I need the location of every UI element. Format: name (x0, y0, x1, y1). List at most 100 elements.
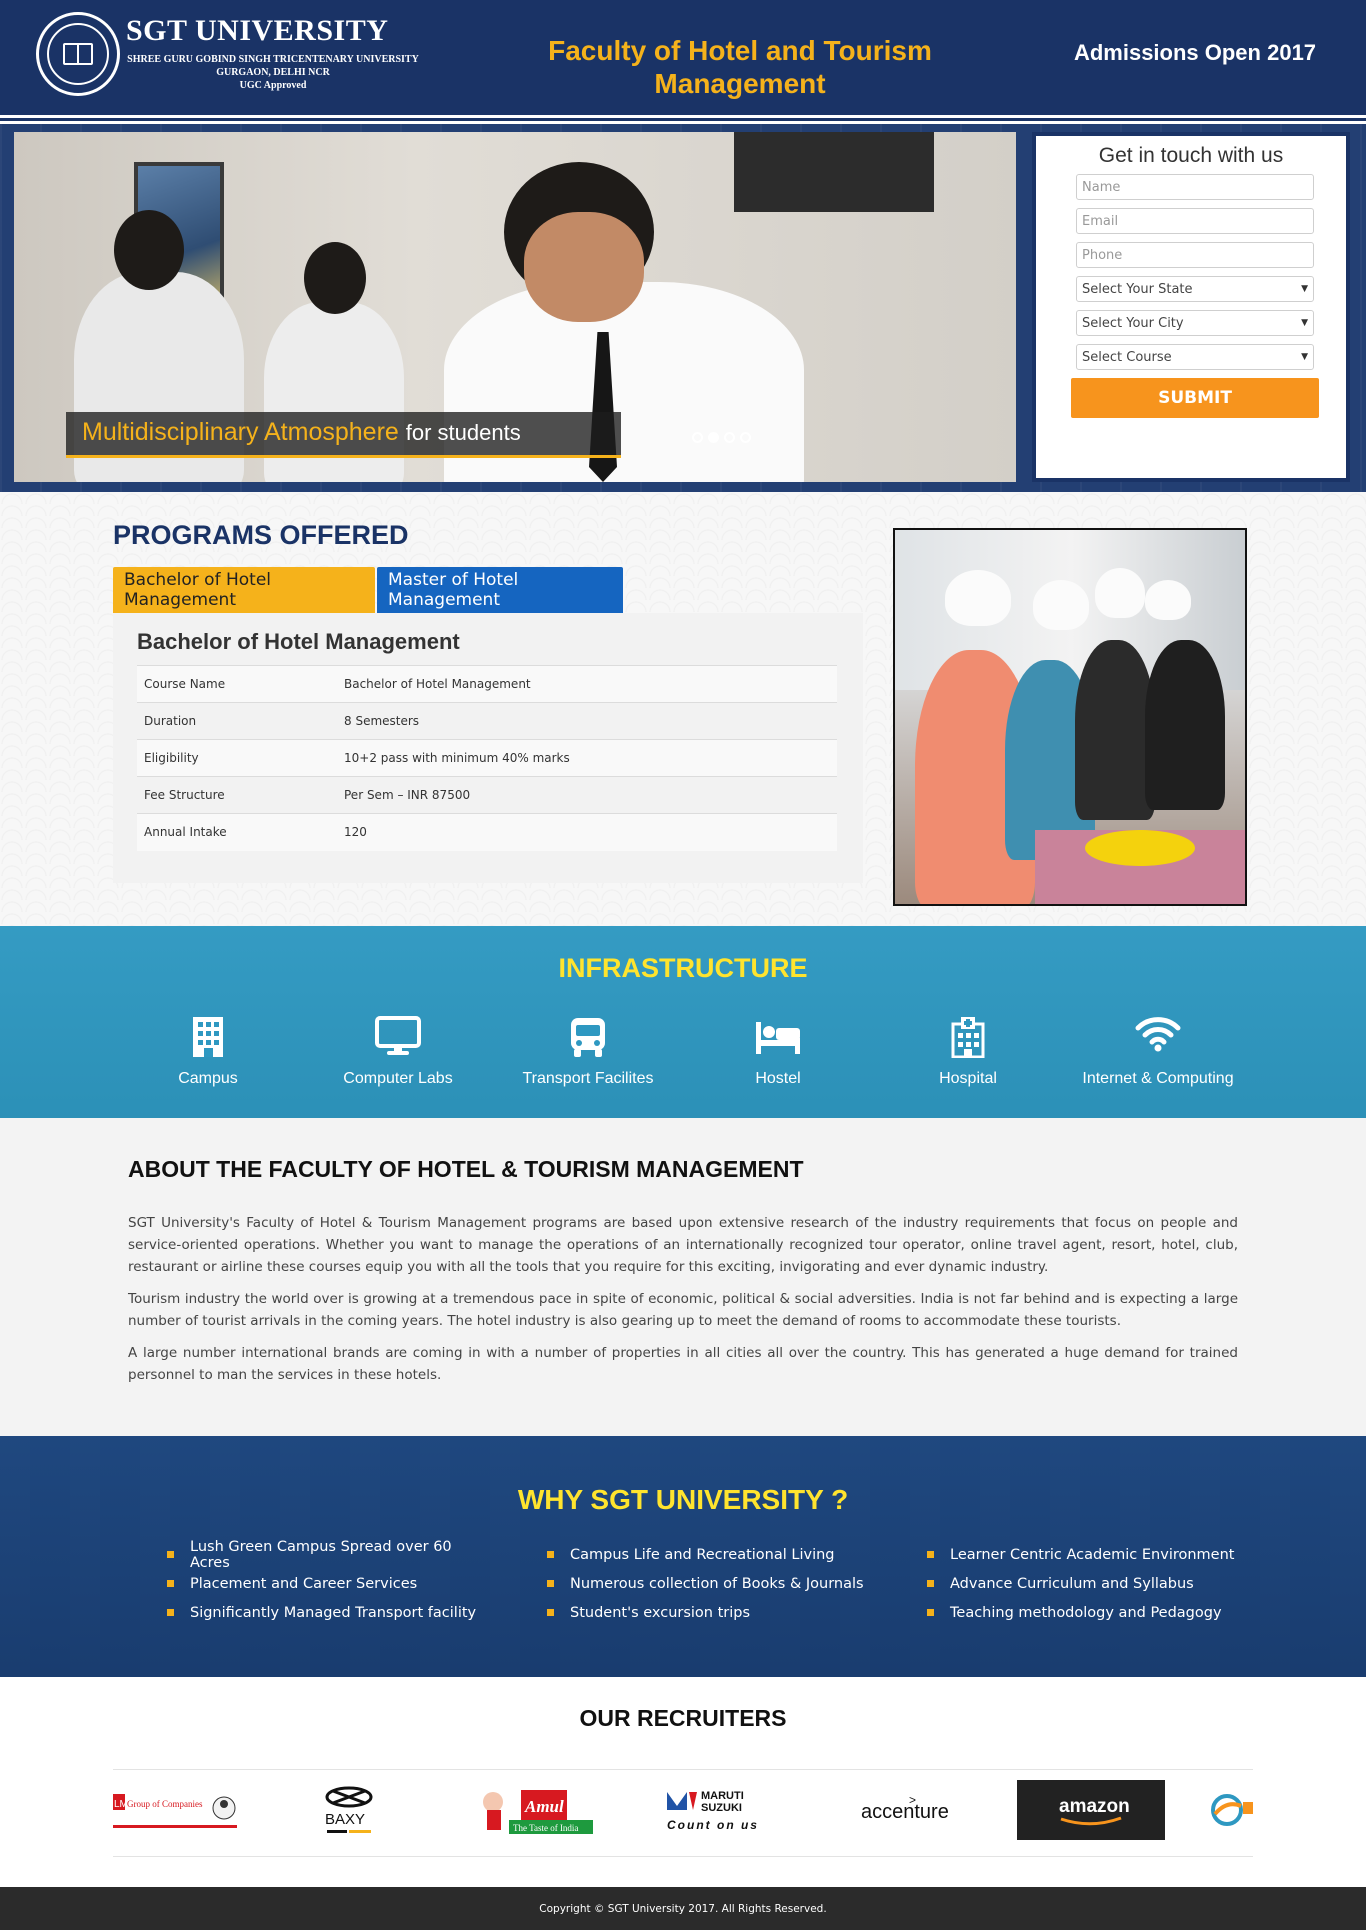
infra-item-hostel: Hostel (683, 1016, 873, 1088)
student-figure (1075, 640, 1155, 820)
why-text: Placement and Career Services (190, 1575, 418, 1592)
bullet-icon (927, 1580, 934, 1587)
city-select[interactable]: Select Your City ▼ (1076, 310, 1314, 336)
chef-cap (945, 570, 1011, 626)
submit-button[interactable]: SUBMIT (1071, 378, 1319, 418)
course-select-value: Select Course (1082, 349, 1172, 365)
svg-text:MARUTI: MARUTI (701, 1790, 744, 1802)
enquiry-form: Get in touch with us Name Email Phone Se… (1032, 132, 1350, 482)
infra-label: Hostel (755, 1070, 801, 1087)
svg-text:Group of Companies: Group of Companies (127, 1799, 203, 1809)
admissions-banner: Admissions Open 2017 (1073, 40, 1317, 65)
row-key: Duration (137, 702, 337, 740)
list-item: Numerous collection of Books & Journals (547, 1569, 867, 1598)
baxy-logo[interactable]: BAXY (319, 1780, 379, 1840)
table-row: Fee Structure Per Sem – INR 87500 (137, 776, 837, 814)
wall-frame (734, 132, 934, 212)
image-slider[interactable]: Multidisciplinary Atmosphere for student… (14, 132, 1016, 482)
chef-cap (1145, 580, 1191, 620)
table-row: Eligibility 10+2 pass with minimum 40% ma… (137, 739, 837, 777)
bullet-icon (167, 1580, 174, 1587)
slider-dot-2[interactable] (708, 432, 719, 443)
email-field[interactable]: Email (1076, 208, 1314, 234)
caption-highlight: Multidisciplinary Atmosphere (82, 418, 399, 446)
svg-text:SUZUKI: SUZUKI (701, 1802, 742, 1814)
list-item: Significantly Managed Transport facility (167, 1598, 487, 1627)
brand-line-1: SHREE GURU GOBIND SINGH TRICENTENARY UNI… (127, 54, 419, 65)
site-header: SGT UNIVERSITY SHREE GURU GOBIND SINGH T… (0, 0, 1366, 121)
name-field[interactable]: Name (1076, 174, 1314, 200)
hero-section: Multidisciplinary Atmosphere for student… (0, 124, 1366, 492)
chef-cap (1095, 568, 1145, 618)
bullet-icon (547, 1609, 554, 1616)
table-row: Duration 8 Semesters (137, 702, 837, 740)
slider-dot-1[interactable] (692, 432, 703, 443)
infra-item-internet: Internet & Computing (1063, 1016, 1253, 1088)
why-text: Teaching methodology and Pedagogy (950, 1604, 1222, 1621)
table-row: Annual Intake 120 (137, 813, 837, 851)
phone-field[interactable]: Phone (1076, 242, 1314, 268)
recruiters-section: OUR RECRUITERS LM Group of Companies BAXY… (0, 1677, 1366, 1887)
amazon-logo[interactable]: amazon (1017, 1780, 1165, 1840)
recruiters-carousel[interactable]: LM Group of Companies BAXY Amul The Taste … (113, 1769, 1253, 1857)
student-face (524, 212, 644, 322)
caption-rest: for students (405, 420, 521, 445)
partial-logo[interactable] (1207, 1780, 1253, 1840)
why-text: Numerous collection of Books & Journals (570, 1575, 864, 1592)
amazon-logo-text: amazon (1059, 1796, 1130, 1817)
baxy-logo-text: BAXY (325, 1811, 365, 1828)
why-title: WHY SGT UNIVERSITY ? (517, 1484, 849, 1515)
amul-logo[interactable]: Amul The Taste of India (479, 1780, 595, 1840)
infra-label: Computer Labs (343, 1070, 453, 1087)
slider-dot-3[interactable] (724, 432, 735, 443)
about-paragraph: Tourism industry the world over is growi… (128, 1291, 1238, 1329)
list-item: Placement and Career Services (167, 1569, 487, 1598)
lm-group-logo[interactable]: LM Group of Companies (113, 1780, 239, 1840)
chef-cap (1033, 580, 1089, 630)
student-figure (1145, 640, 1225, 810)
about-title: ABOUT THE FACULTY OF HOTEL & TOURISM MAN… (128, 1156, 804, 1182)
row-value: 8 Semesters (337, 702, 837, 740)
caret-down-icon: ▼ (1301, 318, 1308, 328)
about-body: SGT University's Faculty of Hotel & Tour… (128, 1212, 1238, 1396)
city-select-value: Select Your City (1082, 315, 1184, 331)
caret-down-icon: ▼ (1301, 352, 1308, 362)
slider-dots (692, 432, 751, 443)
why-column: Campus Life and Recreational Living Nume… (547, 1540, 867, 1627)
student-head (304, 242, 366, 314)
table-row: Course Name Bachelor of Hotel Management (137, 665, 837, 703)
bullet-icon (927, 1609, 934, 1616)
programs-section: PROGRAMS OFFERED Bachelor of Hotel Manag… (0, 492, 1366, 926)
infra-item-campus: Campus (113, 1016, 303, 1088)
amul-logo-text: Amul (524, 1797, 564, 1816)
maruti-tagline: Count on us (667, 1818, 759, 1832)
row-value: 120 (337, 813, 837, 851)
list-item: Learner Centric Academic Environment (927, 1540, 1247, 1569)
program-panel: Bachelor of Hotel Management Course Name… (113, 613, 863, 883)
about-section: ABOUT THE FACULTY OF HOTEL & TOURISM MAN… (0, 1118, 1366, 1436)
maruti-suzuki-logo[interactable]: MARUTI SUZUKI Count on us (663, 1780, 789, 1840)
svg-text:LM: LM (114, 1799, 128, 1810)
bullet-icon (167, 1609, 174, 1616)
university-seal-logo[interactable] (36, 12, 120, 96)
slider-dot-4[interactable] (740, 432, 751, 443)
infra-label: Campus (178, 1070, 238, 1087)
brand-name: SGT UNIVERSITY (126, 14, 389, 47)
row-value: Per Sem – INR 87500 (337, 776, 837, 814)
infra-label: Transport Facilites (522, 1070, 654, 1087)
list-item: Lush Green Campus Spread over 60 Acres (167, 1539, 487, 1571)
amul-tagline: The Taste of India (513, 1823, 578, 1833)
infra-item-computer-labs: Computer Labs (303, 1016, 493, 1088)
infra-item-hospital: Hospital (873, 1016, 1063, 1088)
course-select[interactable]: Select Course ▼ (1076, 344, 1314, 370)
tab-master[interactable]: Master of Hotel Management (377, 567, 623, 613)
accenture-logo-text: accenture (861, 1801, 949, 1823)
row-value: 10+2 pass with minimum 40% marks (337, 739, 837, 777)
bed-icon (683, 1016, 873, 1064)
tab-bachelor[interactable]: Bachelor of Hotel Management (113, 567, 375, 613)
infrastructure-title: INFRASTRUCTURE (558, 953, 808, 983)
why-text: Campus Life and Recreational Living (570, 1546, 835, 1563)
state-select[interactable]: Select Your State ▼ (1076, 276, 1314, 302)
accenture-logo[interactable]: > accenture (857, 1780, 953, 1840)
infrastructure-section: INFRASTRUCTURE Campus Computer Labs Tran… (0, 926, 1366, 1118)
